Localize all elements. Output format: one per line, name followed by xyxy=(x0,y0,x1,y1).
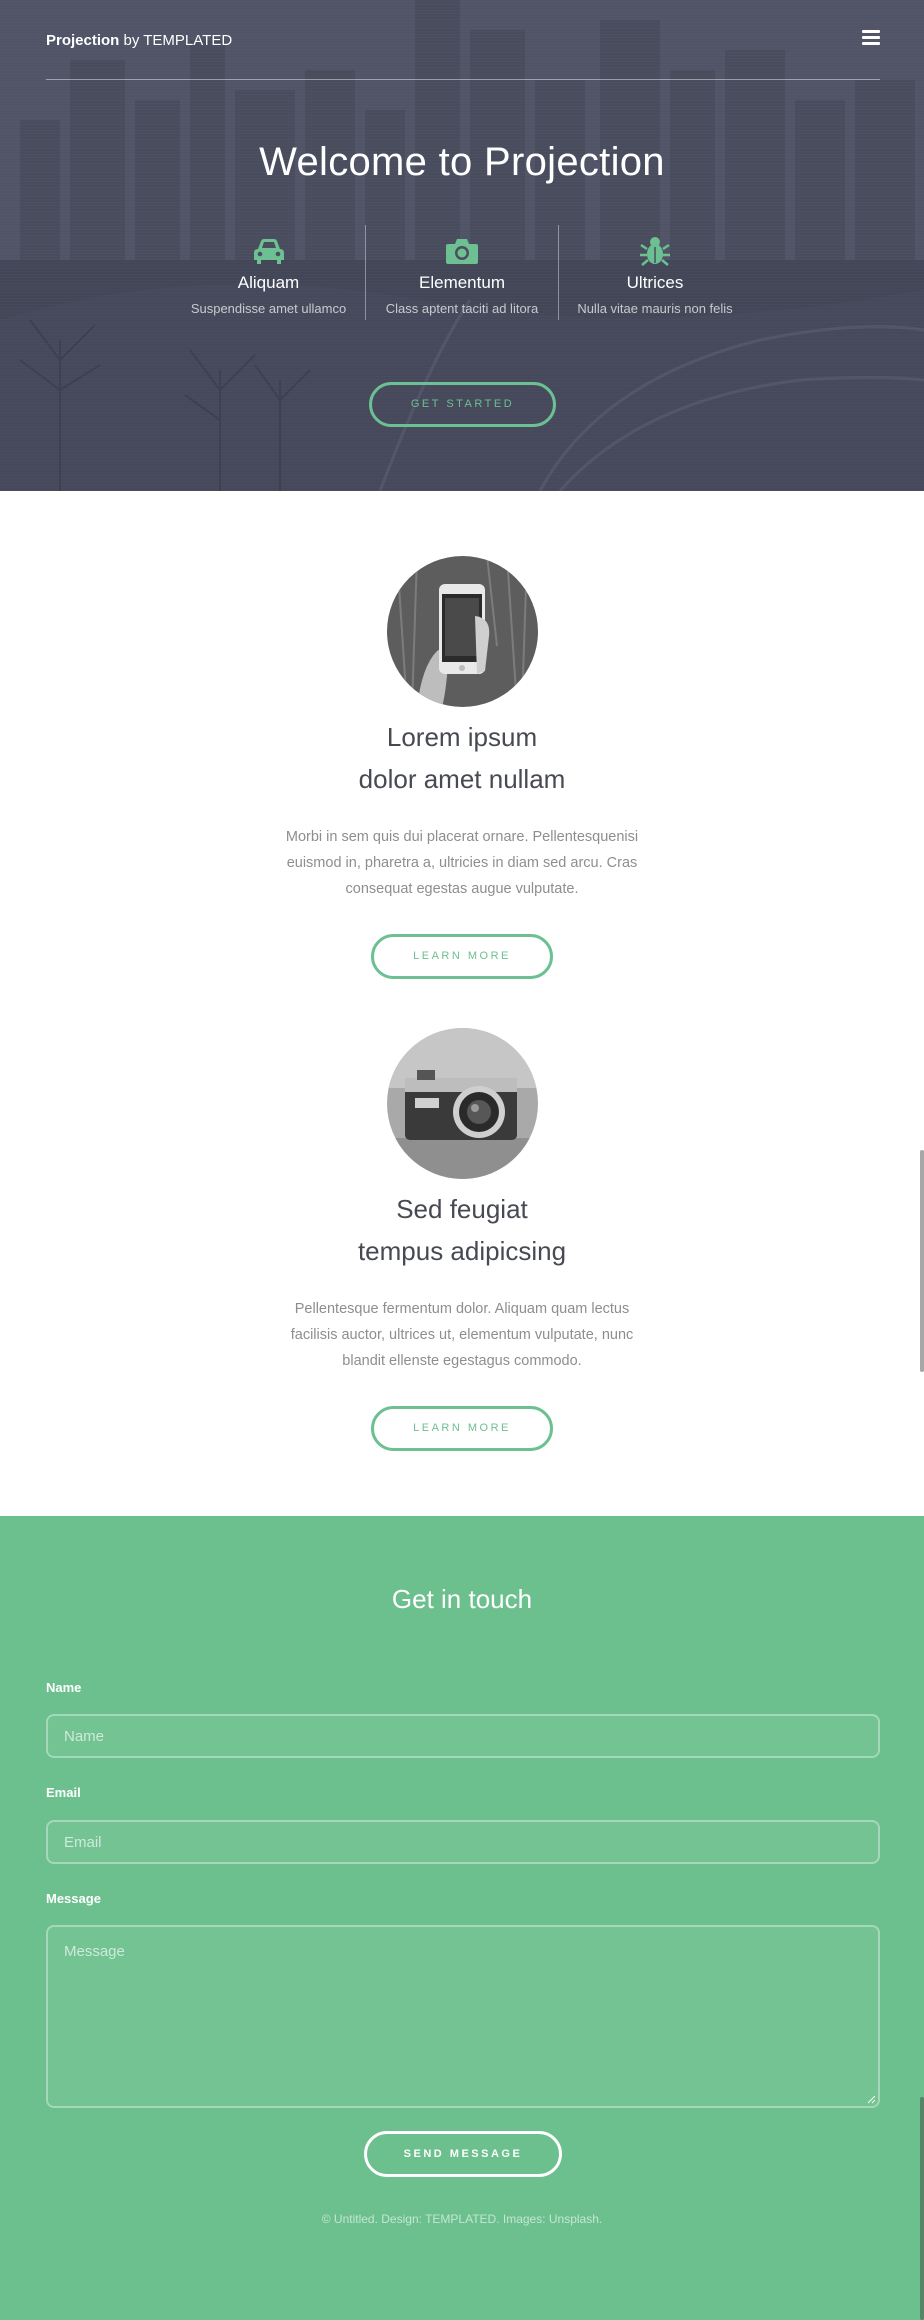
spotlight-description: Morbi in sem quis dui placerat ornare. P… xyxy=(285,829,639,897)
camera-icon xyxy=(446,239,478,264)
learn-more-button[interactable]: LEARN MORE xyxy=(371,1406,553,1451)
camera-photo xyxy=(387,1028,538,1179)
scrollbar-thumb-lower[interactable] xyxy=(920,2097,924,2320)
message-wrapper xyxy=(0,1925,924,2108)
feature-title: Ultrices xyxy=(626,273,684,292)
hero-banner: Projection by TEMPLATED Welcome to Proje… xyxy=(0,0,924,491)
contact-title: Get in touch xyxy=(391,1584,533,1614)
feature-title: Aliquam xyxy=(237,273,300,292)
send-message-button[interactable]: SEND MESSAGE xyxy=(364,2131,562,2177)
email-field[interactable] xyxy=(46,1820,880,1864)
spotlight-description: Pellentesque fermentum dolor. Aliquam qu… xyxy=(290,1301,634,1369)
feature-subtitle: Nulla vitae mauris non felis xyxy=(577,301,733,316)
logo-byline: by TEMPLATED xyxy=(119,32,233,49)
spotlight-title: Lorem ipsum dolor amet nullam xyxy=(0,716,924,800)
copyright-text: © Untitled. Design: TEMPLATED. Images: U… xyxy=(321,2212,603,2226)
message-field[interactable] xyxy=(46,1925,880,2108)
spotlight-camera: Sed feugiat tempus adipicsing Pellentesq… xyxy=(0,1028,924,1458)
email-label: Email xyxy=(46,1785,81,1800)
contact-section: Get in touch Name Email Message SEND MES… xyxy=(0,1516,924,2320)
car-icon xyxy=(253,239,284,264)
feature-subtitle: Class aptent taciti ad litora xyxy=(385,301,539,316)
spotlight-title: Sed feugiat tempus adipicsing xyxy=(0,1188,924,1272)
feature-item-elementum: Elementum Class aptent taciti ad litora xyxy=(365,225,558,320)
message-label: Message xyxy=(46,1891,101,1906)
spotlight-title-line2: dolor amet nullam xyxy=(358,764,566,794)
name-label: Name xyxy=(46,1680,82,1695)
spotlight-title-line2: tempus adipicsing xyxy=(357,1236,567,1266)
spotlight-title-line1: Sed feugiat xyxy=(396,1194,528,1224)
phone-photo xyxy=(387,556,538,707)
resize-handle-icon[interactable] xyxy=(866,2094,876,2104)
feature-item-aliquam: Aliquam Suspendisse amet ullamco xyxy=(172,225,365,320)
bug-icon xyxy=(640,237,670,266)
get-started-button[interactable]: GET STARTED xyxy=(369,382,556,427)
name-field[interactable] xyxy=(46,1714,880,1758)
site-logo[interactable]: Projection by TEMPLATED xyxy=(46,32,232,49)
feature-item-ultrices: Ultrices Nulla vitae mauris non felis xyxy=(558,225,751,320)
scrollbar-thumb[interactable] xyxy=(920,1150,924,1372)
logo-brand: Projection xyxy=(46,32,120,49)
feature-subtitle: Suspendisse amet ullamco xyxy=(190,301,347,316)
feature-title: Elementum xyxy=(419,273,505,292)
spotlight-title-line1: Lorem ipsum xyxy=(386,722,538,752)
spotlight-phone: Lorem ipsum dolor amet nullam Morbi in s… xyxy=(0,556,924,986)
feature-list: Aliquam Suspendisse amet ullamco Element… xyxy=(172,225,752,320)
top-navbar: Projection by TEMPLATED xyxy=(46,0,880,80)
learn-more-button[interactable]: LEARN MORE xyxy=(371,934,553,979)
hero-title: Welcome to Projection xyxy=(259,140,665,184)
hamburger-menu-icon[interactable] xyxy=(862,30,880,46)
